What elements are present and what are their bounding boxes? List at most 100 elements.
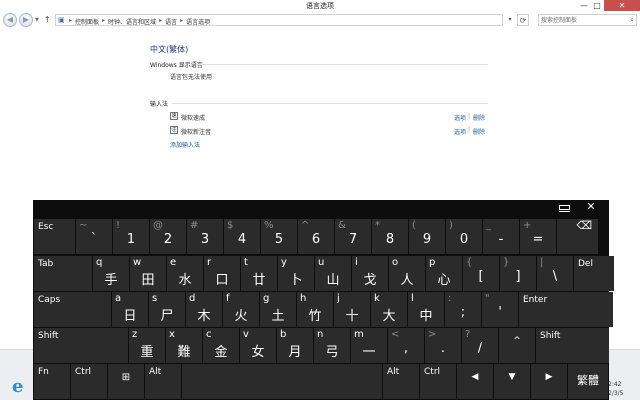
delete-key[interactable]: Del: [574, 256, 614, 291]
add-input-method-link[interactable]: 添加输入法: [170, 140, 200, 149]
maximize-button[interactable]: □: [591, 0, 603, 11]
key-p[interactable]: p心: [426, 256, 462, 291]
search-box[interactable]: ⌕: [538, 14, 637, 26]
address-dropdown-icon[interactable]: ▾: [505, 14, 515, 26]
keyboard-dock-icon[interactable]: [557, 203, 573, 213]
tab-key[interactable]: Tab: [34, 256, 92, 291]
up-arrow-icon[interactable]: ↑: [44, 15, 51, 25]
key-primary-label: 0: [459, 232, 469, 247]
key-a[interactable]: a日: [112, 292, 148, 327]
key-secondary-label: c: [206, 329, 212, 340]
key-x[interactable]: x難: [166, 328, 202, 363]
caps-lock-key[interactable]: Caps: [34, 292, 111, 327]
key-g[interactable]: g土: [260, 292, 296, 327]
right-arrow-key[interactable]: ▶: [531, 364, 567, 399]
key-primary-label: 卜: [289, 273, 303, 288]
key-l[interactable]: l中: [408, 292, 444, 327]
escape-key[interactable]: Esc: [34, 219, 75, 254]
key-symbol[interactable]: ) 0: [446, 219, 482, 254]
key-u[interactable]: u山: [315, 256, 351, 291]
key-symbol[interactable]: $4: [224, 219, 260, 254]
ime-delete-link[interactable]: 删除: [473, 127, 485, 136]
fn-key[interactable]: Fn: [34, 364, 70, 399]
spacebar-key[interactable]: [182, 364, 382, 399]
key-symbol[interactable]: @2: [150, 219, 186, 254]
key-symbol[interactable]: :;: [445, 292, 481, 327]
key-m[interactable]: m一: [351, 328, 387, 363]
key-z[interactable]: z重: [129, 328, 165, 363]
key-v[interactable]: v女: [240, 328, 276, 363]
key-o[interactable]: o人: [389, 256, 425, 291]
key-h[interactable]: h竹: [297, 292, 333, 327]
backspace-key[interactable]: ⌫: [557, 219, 598, 254]
key-t[interactable]: t廿: [241, 256, 277, 291]
key-f[interactable]: f火: [223, 292, 259, 327]
left-arrow-key[interactable]: ◀: [457, 364, 493, 399]
key-symbol[interactable]: {[: [463, 256, 499, 291]
back-button[interactable]: ◀: [3, 13, 17, 27]
refresh-icon[interactable]: ⟳: [517, 14, 529, 26]
key-symbol[interactable]: (9: [409, 219, 445, 254]
alt-key[interactable]: Alt: [383, 364, 419, 399]
key-symbol[interactable]: ? /: [462, 328, 498, 363]
key-b[interactable]: b月: [277, 328, 313, 363]
key-symbol[interactable]: ~ `: [76, 219, 112, 254]
recent-pages-icon[interactable]: ▼: [35, 17, 39, 23]
key-d[interactable]: d木: [186, 292, 222, 327]
breadcrumb-item[interactable]: 控制面板: [75, 17, 99, 26]
key-k[interactable]: k大: [371, 292, 407, 327]
key-j[interactable]: j十: [334, 292, 370, 327]
ctrl-key[interactable]: Ctrl: [420, 364, 456, 399]
breadcrumb-item[interactable]: 语言: [165, 17, 177, 26]
key-n[interactable]: n弓: [314, 328, 350, 363]
key-symbol[interactable]: % 5: [261, 219, 297, 254]
key-primary-label: 心: [437, 273, 451, 288]
key-symbol[interactable]: ! 1: [113, 219, 149, 254]
key-r[interactable]: r口: [204, 256, 240, 291]
key-primary-label: 一: [362, 345, 376, 360]
ime-options-link[interactable]: 选项: [454, 127, 466, 136]
search-icon[interactable]: ⌕: [630, 15, 634, 25]
key-w[interactable]: w田: [130, 256, 166, 291]
key-c[interactable]: c金: [203, 328, 239, 363]
ime-delete-link[interactable]: 删除: [473, 113, 485, 122]
breadcrumb-item[interactable]: 时钟、语言和区域: [108, 17, 156, 26]
address-bar[interactable]: ▣ ▸ 控制面板 ▸ 时钟、语言和区域 ▸ 语言 ▸ 语言选项: [55, 14, 503, 26]
key-symbol[interactable]: _ -: [483, 219, 519, 254]
enter-key[interactable]: Enter: [519, 292, 613, 327]
key-symbol[interactable]: " ': [482, 292, 518, 327]
key-secondary-label: n: [317, 329, 324, 340]
close-button[interactable]: ✕: [604, 0, 640, 11]
breadcrumb-item[interactable]: 语言选项: [186, 17, 210, 26]
shift-key[interactable]: Shift: [34, 328, 128, 363]
key-y[interactable]: y卜: [278, 256, 314, 291]
key-symbol[interactable]: <,: [388, 328, 424, 363]
key-symbol[interactable]: & 7: [335, 219, 371, 254]
key-e[interactable]: e水: [167, 256, 203, 291]
shift-key[interactable]: Shift: [536, 328, 609, 363]
key-i[interactable]: i戈: [352, 256, 388, 291]
keyboard-close-icon[interactable]: ✕: [585, 201, 597, 213]
key-secondary-label: +: [523, 220, 532, 231]
key-q[interactable]: q手: [93, 256, 129, 291]
key-symbol[interactable]: * 8: [372, 219, 408, 254]
ctrl-key[interactable]: Ctrl: [71, 364, 107, 399]
key-symbol[interactable]: + =: [520, 219, 556, 254]
ime-options-link[interactable]: 选项: [454, 113, 466, 122]
key-symbol[interactable]: #3: [187, 219, 223, 254]
key-symbol[interactable]: | \: [537, 256, 573, 291]
down-arrow-key[interactable]: ▼: [494, 364, 530, 399]
windows-key[interactable]: ⊞: [108, 364, 144, 399]
language-toggle-key[interactable]: 繁體: [568, 364, 608, 399]
key-primary-label: 火: [234, 309, 248, 324]
key-symbol[interactable]: }]: [500, 256, 536, 291]
search-input[interactable]: [541, 15, 625, 25]
alt-key[interactable]: Alt: [145, 364, 181, 399]
minimize-button[interactable]: —: [578, 0, 590, 11]
internet-explorer-icon[interactable]: e: [12, 378, 23, 396]
key-symbol[interactable]: ^ 6: [298, 219, 334, 254]
up-arrow-key[interactable]: ^: [499, 328, 535, 363]
forward-button[interactable]: ▶: [19, 13, 33, 27]
key-symbol[interactable]: >.: [425, 328, 461, 363]
key-s[interactable]: s尸: [149, 292, 185, 327]
